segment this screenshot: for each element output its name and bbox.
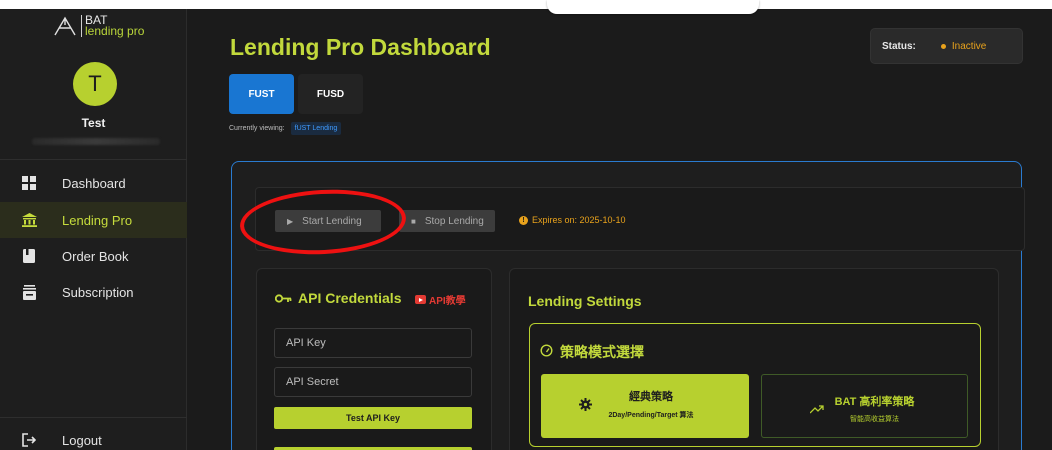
sidebar-divider [0, 159, 187, 160]
sidebar-item-label: Subscription [62, 284, 134, 300]
sidebar-item-order-book[interactable]: Order Book [0, 238, 187, 274]
api-tutorial-label: API教學 [429, 296, 466, 307]
sidebar-divider [0, 417, 187, 418]
status-label: Status: [882, 40, 916, 52]
dashboard-icon [20, 174, 38, 192]
stop-icon: ■ [411, 216, 416, 226]
api-credentials-title: API Credentials [274, 290, 402, 306]
subscription-icon [20, 283, 38, 301]
test-api-key-button[interactable]: Test API Key [274, 407, 472, 429]
sidebar-item-dashboard[interactable]: Dashboard [0, 165, 187, 201]
bank-icon [20, 211, 38, 229]
book-icon [20, 247, 38, 265]
viewing-tag: fUST Lending [290, 122, 342, 135]
logout-label: Logout [62, 432, 102, 448]
api-credentials-card: API Credentials API教學 Test API Key [256, 268, 492, 450]
user-subtitle-redacted [32, 138, 160, 145]
video-icon [415, 295, 426, 304]
username: Test [81, 116, 106, 130]
sidebar-item-label: Lending Pro [62, 212, 133, 228]
api-secret-input[interactable] [274, 367, 472, 397]
strategy-name: BAT 高利率策略 [834, 396, 915, 408]
key-icon [274, 290, 292, 306]
viewing-label: Currently viewing: [229, 125, 285, 132]
logout-icon [20, 431, 38, 449]
sidebar-item-label: Dashboard [62, 175, 126, 191]
strategy-option-high-yield[interactable]: BAT 高利率策略 智能高收益算法 [761, 374, 968, 438]
logo-text: BAT lending pro [85, 14, 145, 38]
strategy-name: 經典策略 [629, 391, 673, 403]
api-title-text: API Credentials [298, 290, 402, 306]
strategy-subtitle: 智能高收益算法 [850, 416, 899, 423]
sidebar-item-label: Order Book [62, 248, 129, 264]
expiry-notice: ! Expires on: 2025-10-10 [519, 215, 626, 225]
strategy-title-text: 策略模式選擇 [560, 344, 644, 360]
logo: BAT lending pro [52, 14, 145, 38]
page-title: Lending Pro Dashboard [230, 34, 491, 60]
logout-button[interactable]: Logout [0, 422, 187, 450]
top-bar [0, 0, 1052, 9]
logo-separator [81, 15, 82, 37]
strategy-subtitle: 2Day/Pending/Target 算法 [608, 412, 694, 419]
strategy-title: 策略模式選擇 [540, 342, 644, 362]
tab-fusd[interactable]: FUSD [298, 74, 363, 114]
sidebar-item-subscription[interactable]: Subscription [0, 274, 187, 310]
status-value: Inactive [951, 40, 987, 52]
currently-viewing: Currently viewing: fUST Lending [229, 122, 342, 135]
status-badge: Status: Inactive [871, 29, 1022, 63]
strategy-selector: 策略模式選擇 經典策略 2Day/Pending/Target 算法 BAT 高… [529, 323, 981, 447]
avatar[interactable]: T [73, 62, 117, 106]
expiry-text: Expires on: 2025-10-10 [532, 215, 626, 225]
sidebar-item-lending-pro[interactable]: Lending Pro [0, 202, 187, 238]
lending-settings-card: Lending Settings 策略模式選擇 經典策略 2Day/Pendin… [509, 268, 999, 450]
tab-fust[interactable]: FUST [229, 74, 294, 114]
info-icon: ! [519, 215, 528, 225]
api-key-input[interactable] [274, 328, 472, 358]
api-tutorial-link[interactable]: API教學 [415, 292, 466, 307]
logo-icon [54, 16, 76, 36]
lending-settings-title: Lending Settings [528, 293, 642, 309]
stop-lending-label: Stop Lending [424, 215, 484, 227]
status-dot-icon [940, 43, 946, 49]
gauge-icon [540, 344, 553, 360]
stop-lending-button[interactable]: ■ Stop Lending [399, 210, 495, 232]
strategy-option-classic[interactable]: 經典策略 2Day/Pending/Target 算法 [541, 374, 749, 438]
logo-pro: lending pro [85, 24, 145, 38]
sidebar: BAT lending pro T Test Dashboard Lending… [0, 9, 187, 450]
